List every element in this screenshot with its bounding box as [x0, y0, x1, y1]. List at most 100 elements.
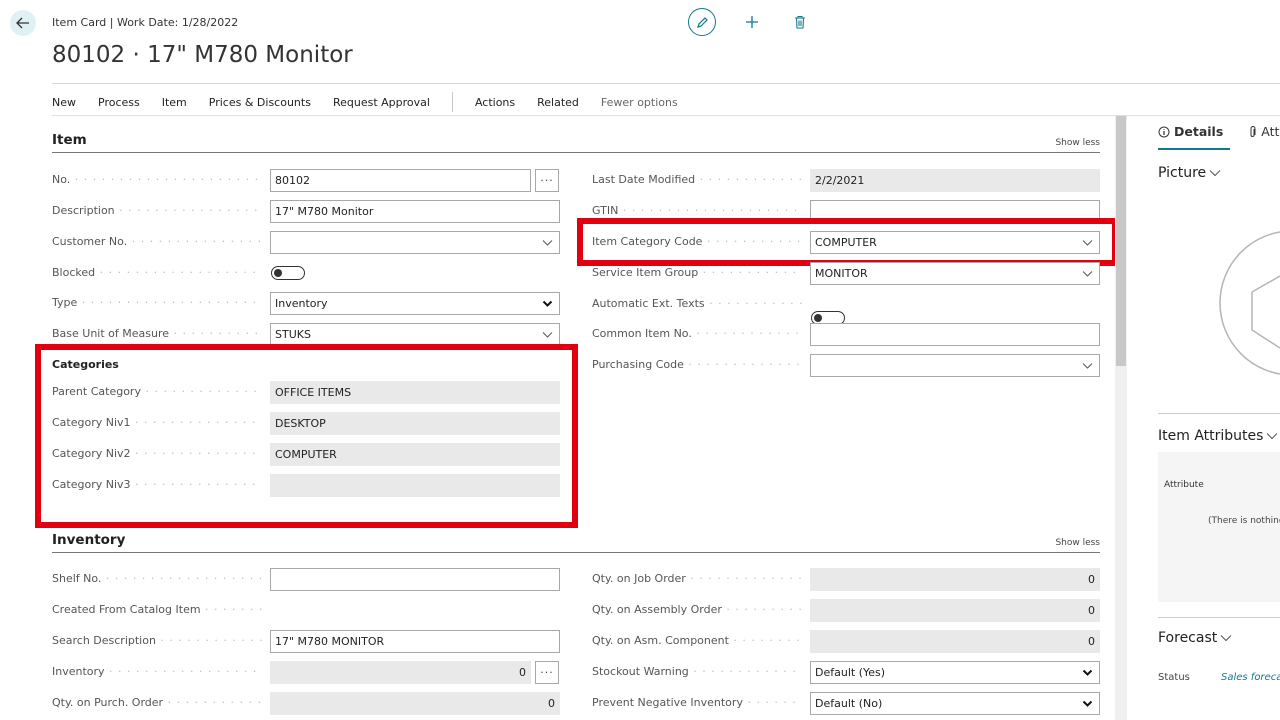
attribute-column-header: Attribute	[1164, 480, 1204, 490]
service-item-group-value: MONITOR	[815, 267, 868, 280]
scrollbar-thumb[interactable]	[1116, 116, 1126, 366]
chevron-down-icon	[1209, 170, 1221, 177]
base-uom-value: STUKS	[275, 328, 311, 341]
prevent-negative-select[interactable]: Default (No)	[810, 692, 1100, 715]
inventory-section-header: Inventory Show less	[52, 530, 1100, 553]
qty-job-order-field[interactable]: 0	[810, 568, 1100, 591]
stockout-warning-select[interactable]: Default (Yes)	[810, 661, 1100, 684]
action-process[interactable]: Process	[98, 96, 140, 109]
customer-no-field[interactable]	[270, 231, 560, 254]
no-field[interactable]: 80102	[270, 169, 531, 192]
tab-details-label: Details	[1174, 124, 1224, 139]
item-attributes-title: Item Attributes	[1158, 428, 1264, 444]
blocked-toggle[interactable]	[271, 266, 305, 280]
new-button[interactable]	[740, 8, 764, 36]
action-separator	[451, 92, 453, 112]
blocked-label: Blocked	[52, 262, 262, 284]
item-show-less[interactable]: Show less	[1055, 138, 1100, 148]
inventory-field[interactable]: 0	[270, 661, 531, 684]
qty-purch-order-label: Qty. on Purch. Order	[52, 692, 262, 714]
catalog-item-label: Created From Catalog Item	[52, 599, 262, 621]
chevron-down-icon	[1082, 700, 1093, 707]
common-item-no-field[interactable]	[810, 323, 1100, 346]
categories-highlight-box	[35, 344, 578, 528]
chevron-down-icon	[1082, 363, 1093, 369]
qty-job-order-label: Qty. on Job Order	[592, 568, 802, 590]
action-bar: New Process Item Prices & Discounts Requ…	[52, 92, 700, 112]
tab-attachments[interactable]: Atta	[1249, 124, 1280, 139]
action-related[interactable]: Related	[537, 96, 579, 109]
type-label: Type	[52, 292, 262, 314]
picture-title: Picture	[1158, 165, 1207, 181]
arrow-left-icon	[16, 17, 29, 29]
action-request-approval[interactable]: Request Approval	[333, 96, 430, 109]
action-actions[interactable]: Actions	[475, 96, 515, 109]
picture-placeholder-icon	[1219, 231, 1280, 375]
factbox-tabs: Details Atta	[1158, 124, 1280, 139]
base-uom-field[interactable]: STUKS	[270, 323, 560, 346]
description-field[interactable]: 17" M780 Monitor	[270, 200, 560, 223]
shelf-no-field[interactable]	[270, 568, 560, 591]
chevron-down-icon	[1220, 635, 1232, 642]
search-description-label: Search Description	[52, 630, 262, 652]
purchasing-code-label: Purchasing Code	[592, 354, 802, 376]
chevron-down-icon	[1082, 669, 1093, 676]
inventory-show-less[interactable]: Show less	[1055, 538, 1100, 548]
customer-no-label: Customer No.	[52, 231, 262, 253]
automatic-ext-texts-label: Automatic Ext. Texts	[592, 293, 802, 315]
attributes-empty-text: (There is nothing	[1208, 516, 1280, 526]
inventory-label: Inventory	[52, 661, 262, 683]
header-divider	[52, 83, 1280, 84]
purchasing-code-field[interactable]	[810, 354, 1100, 377]
delete-button[interactable]	[788, 8, 812, 36]
forecast-status-link[interactable]: Sales foreca	[1221, 672, 1280, 683]
picture-header[interactable]: Picture	[1158, 165, 1221, 181]
page-title: 80102 · 17" M780 Monitor	[52, 42, 353, 68]
forecast-title: Forecast	[1158, 630, 1218, 646]
chevron-down-icon	[1082, 271, 1093, 277]
paperclip-icon	[1250, 125, 1256, 137]
chevron-down-icon	[1267, 433, 1278, 440]
edit-button[interactable]	[688, 8, 716, 36]
service-item-group-label: Service Item Group	[592, 262, 802, 284]
tab-details[interactable]: Details	[1158, 124, 1223, 139]
chevron-down-icon	[542, 240, 553, 246]
qty-asm-component-field[interactable]: 0	[810, 630, 1100, 653]
inventory-lookup-button[interactable]: ···	[535, 661, 559, 684]
inventory-section-title: Inventory	[52, 532, 126, 548]
chevron-down-icon	[542, 332, 553, 338]
service-item-group-field[interactable]: MONITOR	[810, 262, 1100, 285]
tab-attachments-label: Atta	[1261, 124, 1280, 139]
action-new[interactable]: New	[52, 96, 76, 109]
factbox-divider	[1158, 413, 1280, 414]
stockout-warning-label: Stockout Warning	[592, 661, 802, 683]
qty-assembly-order-label: Qty. on Assembly Order	[592, 599, 802, 621]
last-modified-field: 2/2/2021	[810, 169, 1100, 192]
common-item-no-label: Common Item No.	[592, 323, 802, 345]
prevent-negative-value: Default (No)	[815, 697, 883, 710]
attributes-list: Attribute (There is nothing	[1158, 452, 1280, 602]
item-section-title: Item	[52, 132, 87, 148]
forecast-header[interactable]: Forecast	[1158, 630, 1232, 646]
shelf-no-label: Shelf No.	[52, 568, 262, 590]
action-prices-discounts[interactable]: Prices & Discounts	[209, 96, 311, 109]
item-attributes-header[interactable]: Item Attributes	[1158, 428, 1278, 444]
description-label: Description	[52, 200, 262, 222]
type-select[interactable]: Inventory	[270, 292, 560, 315]
search-description-field[interactable]: 17" M780 MONITOR	[270, 630, 560, 653]
actionbar-divider	[52, 115, 1280, 116]
qty-asm-component-label: Qty. on Asm. Component	[592, 630, 802, 652]
back-button[interactable]	[10, 10, 36, 36]
info-icon	[1158, 126, 1170, 137]
ellipsis-icon: ···	[540, 174, 554, 187]
main-scrollbar[interactable]	[1115, 116, 1127, 720]
no-lookup-button[interactable]: ···	[535, 169, 559, 192]
trash-icon	[795, 15, 805, 29]
qty-assembly-order-field[interactable]: 0	[810, 599, 1100, 622]
action-item[interactable]: Item	[162, 96, 187, 109]
base-uom-label: Base Unit of Measure	[52, 323, 262, 345]
type-value: Inventory	[275, 297, 328, 310]
qty-purch-order-field[interactable]: 0	[270, 692, 560, 715]
breadcrumb: Item Card | Work Date: 1/28/2022	[52, 16, 239, 29]
action-fewer-options[interactable]: Fewer options	[601, 96, 678, 109]
